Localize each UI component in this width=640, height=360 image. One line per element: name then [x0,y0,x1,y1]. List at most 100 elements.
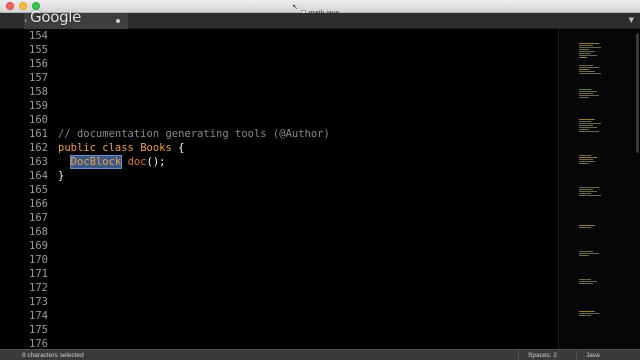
minimap-line [579,43,599,44]
chevron-left-icon[interactable]: ‹ [24,16,27,25]
line-number: 173 [29,296,48,308]
minimap-line [579,73,601,74]
code-token-keyword: public class [58,142,141,154]
line-number: 169 [29,240,48,252]
minimap-line [579,123,601,124]
minimap-line [579,189,593,190]
selection-status: 8 characters selected [22,352,84,359]
code-token-class: Books [140,142,172,154]
line-number: 158 [29,86,48,98]
minimap-line [579,161,595,162]
line-number: 176 [29,338,48,349]
minimap-line [579,69,589,70]
line-number: 161 [29,128,48,140]
minimap-line [579,155,591,156]
line-number: 163 [29,156,48,168]
code-token-plain: } [58,170,65,182]
minimap-line [579,253,599,254]
line-number: 166 [29,198,48,210]
status-divider [576,351,577,359]
minimap-line [579,159,593,160]
code-editor[interactable]: 154 155 156 157 158 159 160 161 162 163 164 165 166 1… [0,29,558,349]
minimap-line [579,131,599,132]
minimap-line [579,279,591,280]
minimap-line [579,125,593,126]
minimap-line [579,91,597,92]
line-number: 168 [29,226,48,238]
code-token-type: DocBlock [69,155,123,169]
google-watermark: Google [30,8,82,26]
line-number: 175 [29,324,48,336]
minimap-line [579,119,595,120]
code-line[interactable]: public class Books { [58,141,184,155]
code-token-plain: (); [146,156,166,168]
line-number: 155 [29,44,48,56]
minimap-line [579,255,589,256]
code-token-func: doc [127,156,147,168]
code-line[interactable]: DocBlock doc(); [58,155,166,169]
minimap-line [579,71,595,72]
minimap-line [579,67,599,68]
minimap-line [579,313,599,314]
minimap-line [579,283,593,284]
minimap-line [579,55,597,56]
minimap-line [579,45,593,46]
line-number: 159 [29,100,48,112]
line-number: 167 [29,212,48,224]
editor-window: math.java ↖ ‹ ▼ Google 15415515615715815… [0,0,640,360]
minimap[interactable] [558,29,640,349]
code-line[interactable]: } [58,169,64,183]
line-number: 160 [29,114,48,126]
chevron-down-icon[interactable]: ▼ [629,16,634,24]
line-number: 154 [29,30,48,42]
minimap-line [579,191,597,192]
line-number: 165 [29,184,48,196]
line-number: 162 [29,142,48,154]
minimap-line [579,89,591,90]
scrollbar[interactable] [636,33,639,153]
minimap-line [579,311,595,312]
line-number: 170 [29,254,48,266]
line-number: 157 [29,72,48,84]
minimap-line [579,187,599,188]
minimap-line [579,51,595,52]
line-number: 171 [29,268,48,280]
minimap-line [579,163,589,164]
line-number: 172 [29,282,48,294]
line-number-gutter: 154 155 156 157 158 159 160 161 162 163 164 165 166 1… [0,29,48,349]
window-title-wrap: math.java [0,0,640,17]
status-bar: 8 characters selected Spaces: 2 Java [0,349,640,360]
minimap-line [579,95,599,96]
line-number: 156 [29,58,48,70]
minimap-line [579,65,593,66]
minimap-line [579,121,591,122]
minimap-line [579,47,601,48]
code-token-plain: { [171,142,185,154]
minimap-line [579,315,591,316]
minimap-line [579,193,591,194]
minimap-line [579,195,601,196]
minimap-line [579,157,597,158]
code-line[interactable]: // documentation generating tools (@Auth… [58,127,330,141]
minimap-line [579,93,593,94]
minimap-line [579,53,591,54]
title-bar: math.java ↖ [0,0,640,17]
dot-icon[interactable] [116,19,120,23]
line-number: 164 [29,170,48,182]
minimap-line [579,97,589,98]
indentation-setting[interactable]: Spaces: 2 [528,351,557,360]
status-divider [518,351,519,359]
minimap-line [579,49,589,50]
minimap-line [579,57,587,58]
syntax-language[interactable]: Java [586,351,600,360]
minimap-line [579,227,591,228]
tab-bar: ‹ ▼ [0,13,640,29]
mouse-pointer-icon: ↖ [292,3,298,11]
minimap-line [579,129,589,130]
minimap-line [579,281,597,282]
line-number: 174 [29,310,48,322]
minimap-line [579,127,597,128]
minimap-line [579,251,593,252]
code-token-comment: // documentation generating tools (@Auth… [58,128,330,140]
